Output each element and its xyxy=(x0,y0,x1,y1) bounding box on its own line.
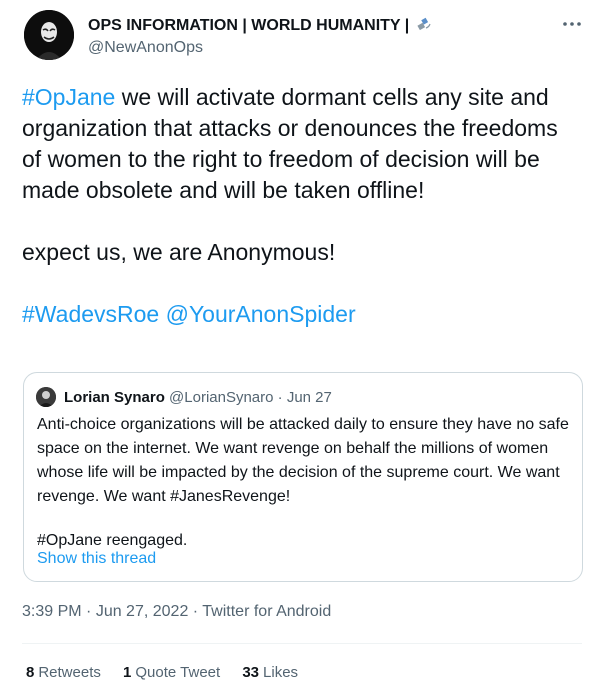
author-avatar[interactable] xyxy=(24,10,74,60)
author-name[interactable]: OPS INFORMATION | WORLD HUMANITY | xyxy=(88,16,432,36)
author-handle[interactable]: @NewAnonOps xyxy=(88,38,203,58)
hashtag-opjane[interactable]: #OpJane xyxy=(22,84,115,110)
tweet-date[interactable]: Jun 27, 2022 xyxy=(96,603,189,620)
tweet-stats: 8 Retweets 1 Quote Tweet 33 Likes xyxy=(26,664,316,681)
tweet-paragraph: #OpJane we will activate dormant cells a… xyxy=(22,84,558,203)
likes-stat[interactable]: 33 Likes xyxy=(242,664,298,681)
quote-text: Anti-choice organizations will be attack… xyxy=(37,413,577,553)
retweets-stat[interactable]: 8 Retweets xyxy=(26,664,101,681)
quote-author-name: Lorian Synaro xyxy=(64,389,165,406)
quote-tweet[interactable]: Lorian Synaro @LorianSynaro · Jun 27 Ant… xyxy=(23,372,583,582)
quote-paragraph: Anti-choice organizations will be attack… xyxy=(37,416,569,505)
more-icon[interactable] xyxy=(560,12,584,36)
divider xyxy=(22,643,582,644)
satellite-icon xyxy=(417,17,431,31)
quote-date: Jun 27 xyxy=(286,389,332,406)
show-thread-link[interactable]: Show this thread xyxy=(37,550,156,568)
tweet-timestamp: 3:39 PM · Jun 27, 2022 · Twitter for And… xyxy=(22,603,332,620)
hashtag-wadevsroe[interactable]: #WadevsRoe xyxy=(22,301,159,327)
tweet-source[interactable]: Twitter for Android xyxy=(202,603,331,620)
tweet-header: OPS INFORMATION | WORLD HUMANITY | @NewA… xyxy=(24,10,584,64)
mention-youranonspider[interactable]: @YourAnonSpider xyxy=(166,301,356,327)
tweet-tags: #WadevsRoe @YourAnonSpider xyxy=(22,299,582,330)
tweet-paragraph: expect us, we are Anonymous! xyxy=(22,239,336,265)
quote-author-avatar xyxy=(36,387,56,407)
tweet-text: #OpJane we will activate dormant cells a… xyxy=(22,82,582,330)
quote-header: Lorian Synaro @LorianSynaro · Jun 27 xyxy=(64,389,332,406)
quote-tweets-stat[interactable]: 1 Quote Tweet xyxy=(123,664,220,681)
tweet-time[interactable]: 3:39 PM xyxy=(22,603,82,620)
quote-author-handle: @LorianSynaro xyxy=(169,389,274,406)
